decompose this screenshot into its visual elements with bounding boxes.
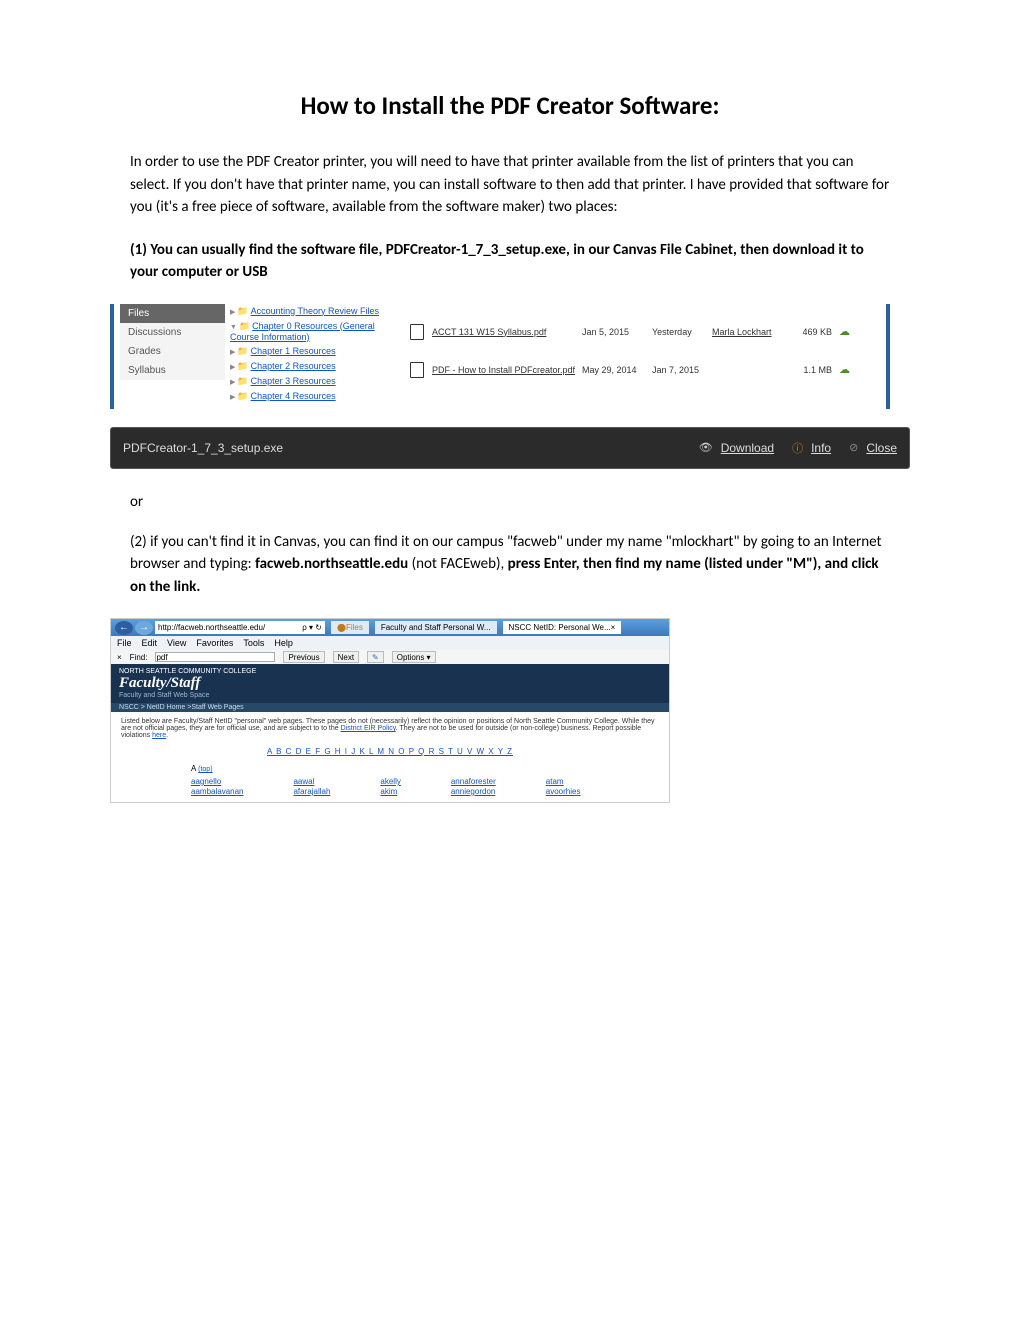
or-text: or bbox=[130, 493, 890, 511]
tab-files[interactable]: ⬤ Files bbox=[331, 621, 369, 634]
info-icon: ⓘ bbox=[792, 440, 803, 456]
find-input[interactable] bbox=[155, 652, 275, 662]
close-link[interactable]: Close bbox=[866, 441, 897, 455]
faculty-link[interactable]: anniegordon bbox=[451, 787, 496, 796]
file-icon bbox=[410, 362, 424, 378]
faculty-link[interactable]: annaforester bbox=[451, 777, 496, 786]
policy-link[interactable]: District EIR Policy bbox=[341, 725, 396, 732]
alpha-index[interactable]: A B C D E F G H I J K L M N O P Q R S T … bbox=[121, 747, 659, 756]
menu-view[interactable]: View bbox=[167, 638, 186, 648]
folder-link[interactable]: ▼📁Chapter 0 Resources (General Course In… bbox=[230, 319, 405, 344]
sidebar-item-files[interactable]: Files bbox=[120, 304, 225, 323]
menu-edit[interactable]: Edit bbox=[142, 638, 158, 648]
file-row[interactable]: ACCT 131 W15 Syllabus.pdf Jan 5, 2015 Ye… bbox=[410, 322, 880, 342]
file-size: 1.1 MB bbox=[787, 365, 832, 375]
address-bar-icons[interactable]: ρ ▾ ↻ bbox=[302, 623, 322, 632]
menu-help[interactable]: Help bbox=[274, 638, 293, 648]
college-name: NORTH SEATTLE COMMUNITY COLLEGE bbox=[119, 668, 661, 675]
find-options-button[interactable]: Options ▾ bbox=[392, 651, 436, 663]
folder-tree: ▶📁Accounting Theory Review Files ▼📁Chapt… bbox=[230, 304, 405, 404]
ie-header: ← → http://facweb.northseattle.edu/ ρ ▾ … bbox=[111, 619, 669, 636]
browser-screenshot: ← → http://facweb.northseattle.edu/ ρ ▾ … bbox=[110, 618, 670, 803]
site-banner: NORTH SEATTLE COMMUNITY COLLEGE Faculty/… bbox=[111, 664, 669, 703]
file-by[interactable]: Marla Lockhart bbox=[712, 327, 787, 337]
sidebar-item-discussions[interactable]: Discussions bbox=[120, 323, 225, 342]
report-link[interactable]: here bbox=[152, 732, 166, 739]
step-2-text: (2) if you can't find it in Canvas, you … bbox=[130, 531, 890, 599]
section-label: A bbox=[191, 764, 196, 773]
download-bar: PDFCreator-1_7_3_setup.exe 👁 Download ⓘ … bbox=[110, 427, 910, 469]
left-accent-bar bbox=[110, 304, 114, 409]
page-body: Listed below are Faculty/Staff NetID "pe… bbox=[111, 712, 669, 802]
banner-subtitle: Faculty and Staff Web Space bbox=[119, 692, 661, 699]
tab-close-icon[interactable]: × bbox=[611, 623, 616, 632]
info-link[interactable]: Info bbox=[811, 441, 831, 455]
find-previous-button[interactable]: Previous bbox=[283, 651, 324, 663]
publish-icon[interactable]: ☁ bbox=[832, 325, 850, 338]
faculty-link[interactable]: aawal bbox=[293, 777, 330, 786]
breadcrumb[interactable]: NSCC > NetID Home >Staff Web Pages bbox=[111, 703, 669, 712]
sidebar-item-grades[interactable]: Grades bbox=[120, 342, 225, 361]
find-bar: × Find: Previous Next ✎ Options ▾ bbox=[111, 650, 669, 664]
file-modified: Yesterday bbox=[652, 327, 712, 337]
folder-link[interactable]: ▶📁Chapter 1 Resources bbox=[230, 344, 405, 359]
banner-title: Faculty/Staff bbox=[119, 675, 661, 692]
close-icon: ⊘ bbox=[849, 441, 858, 454]
back-button[interactable]: ← bbox=[115, 621, 133, 635]
file-created: Jan 5, 2015 bbox=[582, 327, 652, 337]
right-accent-bar bbox=[886, 304, 890, 409]
top-link[interactable]: (top) bbox=[198, 766, 212, 773]
browser-menu: File Edit View Favorites Tools Help bbox=[111, 636, 669, 650]
faculty-link[interactable]: aagnello bbox=[191, 777, 243, 786]
folder-link[interactable]: ▶📁Chapter 2 Resources bbox=[230, 359, 405, 374]
faculty-link[interactable]: atam bbox=[546, 777, 581, 786]
forward-button[interactable]: → bbox=[135, 621, 153, 635]
faculty-link[interactable]: akelly bbox=[380, 777, 400, 786]
file-name[interactable]: ACCT 131 W15 Syllabus.pdf bbox=[432, 327, 582, 337]
sidebar-item-syllabus[interactable]: Syllabus bbox=[120, 361, 225, 380]
menu-file[interactable]: File bbox=[117, 638, 132, 648]
step-1-text: (1) You can usually find the software fi… bbox=[130, 239, 890, 284]
faculty-link[interactable]: akim bbox=[380, 787, 400, 796]
file-icon bbox=[410, 324, 424, 340]
canvas-sidebar: Files Discussions Grades Syllabus bbox=[120, 304, 225, 380]
page-title: How to Install the PDF Creator Software: bbox=[130, 90, 890, 121]
folder-link[interactable]: ▶📁Accounting Theory Review Files bbox=[230, 304, 405, 319]
eye-icon: 👁 bbox=[699, 441, 713, 454]
find-next-button[interactable]: Next bbox=[333, 651, 359, 663]
find-highlight-button[interactable]: ✎ bbox=[367, 651, 384, 663]
file-list: ACCT 131 W15 Syllabus.pdf Jan 5, 2015 Ye… bbox=[410, 322, 880, 398]
faculty-link[interactable]: avoorhies bbox=[546, 787, 581, 796]
menu-favorites[interactable]: Favorites bbox=[196, 638, 233, 648]
file-size: 469 KB bbox=[787, 327, 832, 337]
download-filename: PDFCreator-1_7_3_setup.exe bbox=[123, 441, 283, 455]
file-modified: Jan 7, 2015 bbox=[652, 365, 712, 375]
address-bar[interactable]: http://facweb.northseattle.edu/ ρ ▾ ↻ bbox=[155, 621, 325, 634]
canvas-screenshot: Files Discussions Grades Syllabus ▶📁Acco… bbox=[110, 304, 890, 409]
intro-paragraph: In order to use the PDF Creator printer,… bbox=[130, 151, 890, 219]
file-name[interactable]: PDF - How to Install PDFcreator.pdf bbox=[432, 365, 582, 375]
page-description: Listed below are Faculty/Staff NetID "pe… bbox=[121, 718, 659, 739]
browser-tab-active[interactable]: NSCC NetID: Personal We... × bbox=[503, 621, 622, 634]
folder-link[interactable]: ▶📁Chapter 4 Resources bbox=[230, 389, 405, 404]
browser-tab[interactable]: Faculty and Staff Personal W... bbox=[375, 621, 497, 634]
menu-tools[interactable]: Tools bbox=[243, 638, 264, 648]
faculty-links: aagnello aambalavanan aawal afarajallah … bbox=[121, 777, 659, 796]
faculty-link[interactable]: aambalavanan bbox=[191, 787, 243, 796]
find-close-icon[interactable]: × bbox=[117, 653, 122, 662]
file-created: May 29, 2014 bbox=[582, 365, 652, 375]
publish-icon[interactable]: ☁ bbox=[832, 363, 850, 376]
find-label: Find: bbox=[130, 653, 148, 662]
faculty-link[interactable]: afarajallah bbox=[293, 787, 330, 796]
file-row[interactable]: PDF - How to Install PDFcreator.pdf May … bbox=[410, 360, 880, 380]
folder-link[interactable]: ▶📁Chapter 3 Resources bbox=[230, 374, 405, 389]
download-link[interactable]: Download bbox=[721, 441, 774, 455]
